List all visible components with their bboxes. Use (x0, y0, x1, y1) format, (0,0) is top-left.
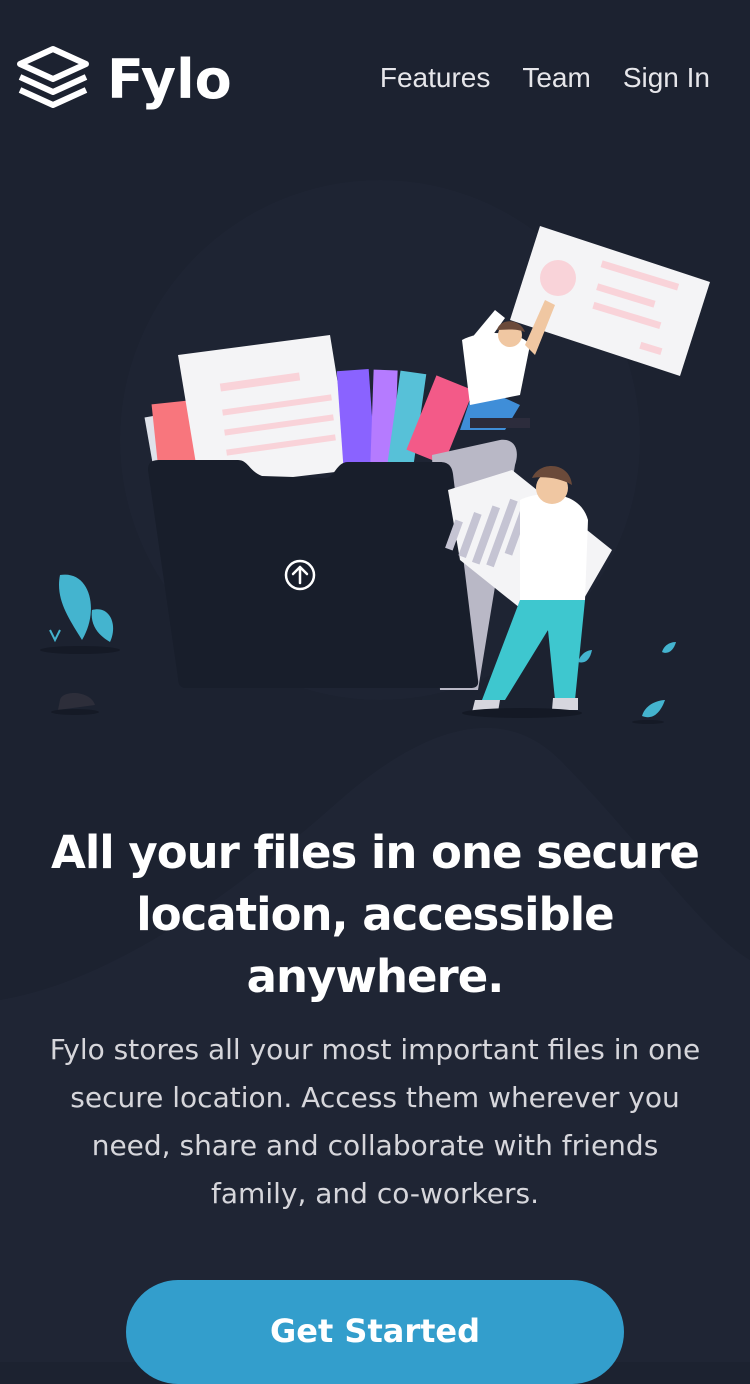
brand-logo[interactable]: Fylo (15, 44, 232, 115)
get-started-label: Get Started (269, 1312, 481, 1350)
layers-icon (15, 44, 91, 115)
person-holding-card (460, 300, 555, 430)
hero-illustration (40, 226, 710, 724)
nav-sign-in-link[interactable]: Sign In (623, 62, 710, 94)
leaves (578, 642, 676, 724)
brand-name: Fylo (107, 47, 232, 111)
document-card (510, 226, 710, 376)
nav-team-link[interactable]: Team (522, 62, 590, 94)
nav-features-link[interactable]: Features (380, 62, 491, 94)
main-nav: Features Team Sign In (380, 62, 710, 94)
get-started-button[interactable]: Get Started (126, 1280, 624, 1384)
hero-title: All your files in one secure location, a… (51, 826, 700, 1003)
plant (40, 574, 120, 715)
site-header: Fylo Features Team Sign In (0, 0, 750, 160)
hero-description: Fylo stores all your most important file… (49, 1033, 701, 1210)
